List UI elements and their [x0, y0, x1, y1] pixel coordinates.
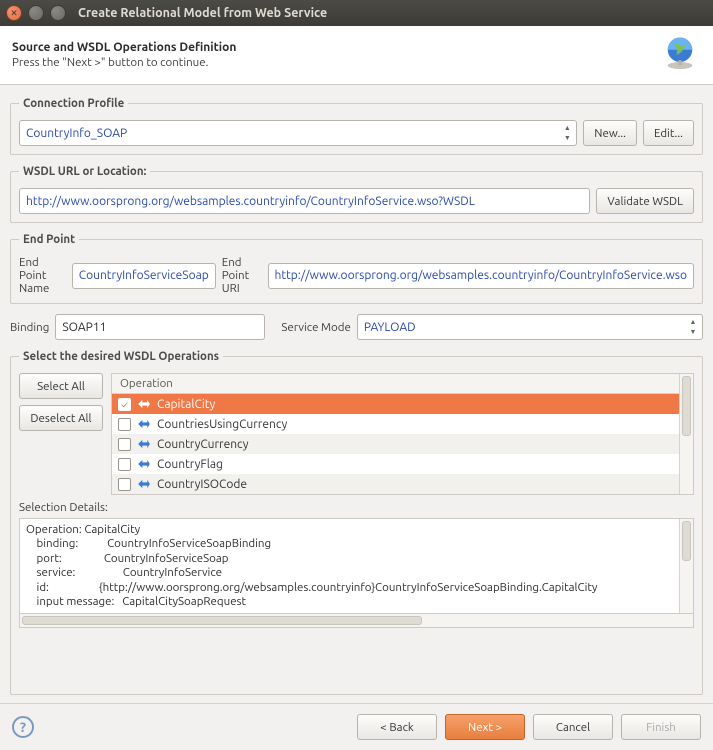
minimize-window-button[interactable]	[28, 5, 44, 21]
scrollbar-thumb[interactable]	[22, 616, 422, 625]
operation-checkbox[interactable]: ✓	[118, 398, 131, 411]
binding-label: Binding	[10, 321, 49, 334]
chevron-down-icon[interactable]: ▼	[686, 327, 700, 337]
binding-servicemode-row: Binding SOAP11 Service Mode PAYLOAD ▲▼	[10, 314, 703, 340]
operation-label: CountriesUsingCurrency	[157, 418, 287, 431]
operation-row[interactable]: CountryCurrency	[112, 434, 679, 454]
connection-profile-value: CountryInfo_SOAP	[26, 127, 127, 140]
close-window-button[interactable]: ✕	[6, 5, 22, 21]
wsdl-group: WSDL URL or Location: http://www.oorspro…	[10, 165, 703, 223]
wsdl-url-value: http://www.oorsprong.org/websamples.coun…	[26, 195, 475, 208]
selection-details-label: Selection Details:	[19, 501, 694, 514]
details-hscrollbar[interactable]	[19, 614, 694, 628]
spinner-buttons: ▲▼	[686, 317, 700, 337]
operation-icon	[137, 459, 151, 469]
maximize-window-button[interactable]	[50, 5, 66, 21]
wizard-footer: ? < Back Next > Cancel Finish	[0, 703, 713, 750]
endpoint-name-input[interactable]: CountryInfoServiceSoap	[72, 263, 216, 289]
endpoint-legend: End Point	[19, 233, 79, 246]
selection-details-box: Operation: CapitalCity binding: CountryI…	[19, 518, 694, 614]
binding-input[interactable]: SOAP11	[55, 314, 265, 340]
connection-profile-combo[interactable]: CountryInfo_SOAP ▲▼	[19, 120, 577, 146]
operation-row[interactable]: CountriesUsingCurrency	[112, 414, 679, 434]
deselect-all-button[interactable]: Deselect All	[19, 405, 103, 431]
operation-row[interactable]: CountryISOCode	[112, 474, 679, 494]
operation-label: CountryFlag	[157, 458, 223, 471]
operations-column-header[interactable]: Operation	[112, 374, 679, 394]
wizard-content: Connection Profile CountryInfo_SOAP ▲▼ N…	[0, 85, 713, 703]
wizard-subtitle: Press the "Next >" button to continue.	[12, 56, 236, 69]
operation-checkbox[interactable]	[118, 458, 131, 471]
endpoint-uri-value: http://www.oorsprong.org/websamples.coun…	[275, 269, 688, 282]
edit-profile-button[interactable]: Edit...	[643, 120, 694, 146]
chevron-up-icon[interactable]: ▲	[686, 317, 700, 327]
cancel-button[interactable]: Cancel	[533, 714, 613, 740]
operation-row[interactable]: CountryFlag	[112, 454, 679, 474]
scrollbar-thumb[interactable]	[682, 376, 691, 436]
operation-checkbox[interactable]	[118, 478, 131, 491]
wsdl-legend: WSDL URL or Location:	[19, 165, 150, 178]
endpoint-uri-input[interactable]: http://www.oorsprong.org/websamples.coun…	[268, 263, 695, 289]
help-button[interactable]: ?	[12, 716, 34, 738]
select-all-button[interactable]: Select All	[19, 373, 103, 399]
operation-row[interactable]: ✓ CapitalCity	[112, 394, 679, 414]
wsdl-url-input[interactable]: http://www.oorsprong.org/websamples.coun…	[19, 188, 590, 214]
chevron-down-icon[interactable]: ▼	[560, 133, 574, 143]
service-mode-label: Service Mode	[281, 321, 350, 334]
operations-group: Select the desired WSDL Operations Selec…	[10, 350, 703, 695]
details-vscrollbar[interactable]	[679, 519, 693, 613]
operation-label: CountryCurrency	[157, 438, 249, 451]
service-mode-value: PAYLOAD	[364, 321, 416, 334]
spinner-buttons: ▲▼	[560, 123, 574, 143]
wizard-title: Source and WSDL Operations Definition	[12, 41, 236, 54]
selection-details-text[interactable]: Operation: CapitalCity binding: CountryI…	[20, 519, 679, 613]
connection-profile-group: Connection Profile CountryInfo_SOAP ▲▼ N…	[10, 97, 703, 155]
window-title: Create Relational Model from Web Service	[78, 6, 327, 20]
operations-vscrollbar[interactable]	[679, 374, 693, 494]
operation-icon	[137, 399, 151, 409]
operation-label: CapitalCity	[157, 398, 215, 411]
service-mode-combo[interactable]: PAYLOAD ▲▼	[357, 314, 703, 340]
operation-icon	[137, 419, 151, 429]
operation-icon	[137, 439, 151, 449]
operation-icon	[137, 479, 151, 489]
globe-icon	[659, 34, 701, 76]
back-button[interactable]: < Back	[357, 714, 437, 740]
new-profile-button[interactable]: New...	[583, 120, 637, 146]
scrollbar-thumb[interactable]	[682, 521, 691, 561]
operation-checkbox[interactable]	[118, 438, 131, 451]
operations-list: Operation ✓ CapitalCity CountriesUsingCurr…	[111, 373, 694, 495]
finish-button: Finish	[621, 714, 701, 740]
chevron-up-icon[interactable]: ▲	[560, 123, 574, 133]
endpoint-uri-label: End Point URI	[222, 256, 262, 295]
binding-value: SOAP11	[62, 321, 106, 334]
validate-wsdl-button[interactable]: Validate WSDL	[596, 188, 694, 214]
next-button[interactable]: Next >	[445, 714, 525, 740]
window-titlebar: ✕ Create Relational Model from Web Servi…	[0, 0, 713, 26]
connection-profile-legend: Connection Profile	[19, 97, 128, 110]
operation-checkbox[interactable]	[118, 418, 131, 431]
endpoint-name-label: End Point Name	[19, 256, 66, 295]
wizard-header: Source and WSDL Operations Definition Pr…	[0, 26, 713, 85]
operations-legend: Select the desired WSDL Operations	[19, 350, 223, 363]
operation-label: CountryISOCode	[157, 478, 247, 491]
endpoint-group: End Point End Point Name CountryInfoServ…	[10, 233, 703, 304]
endpoint-name-value: CountryInfoServiceSoap	[79, 269, 209, 282]
